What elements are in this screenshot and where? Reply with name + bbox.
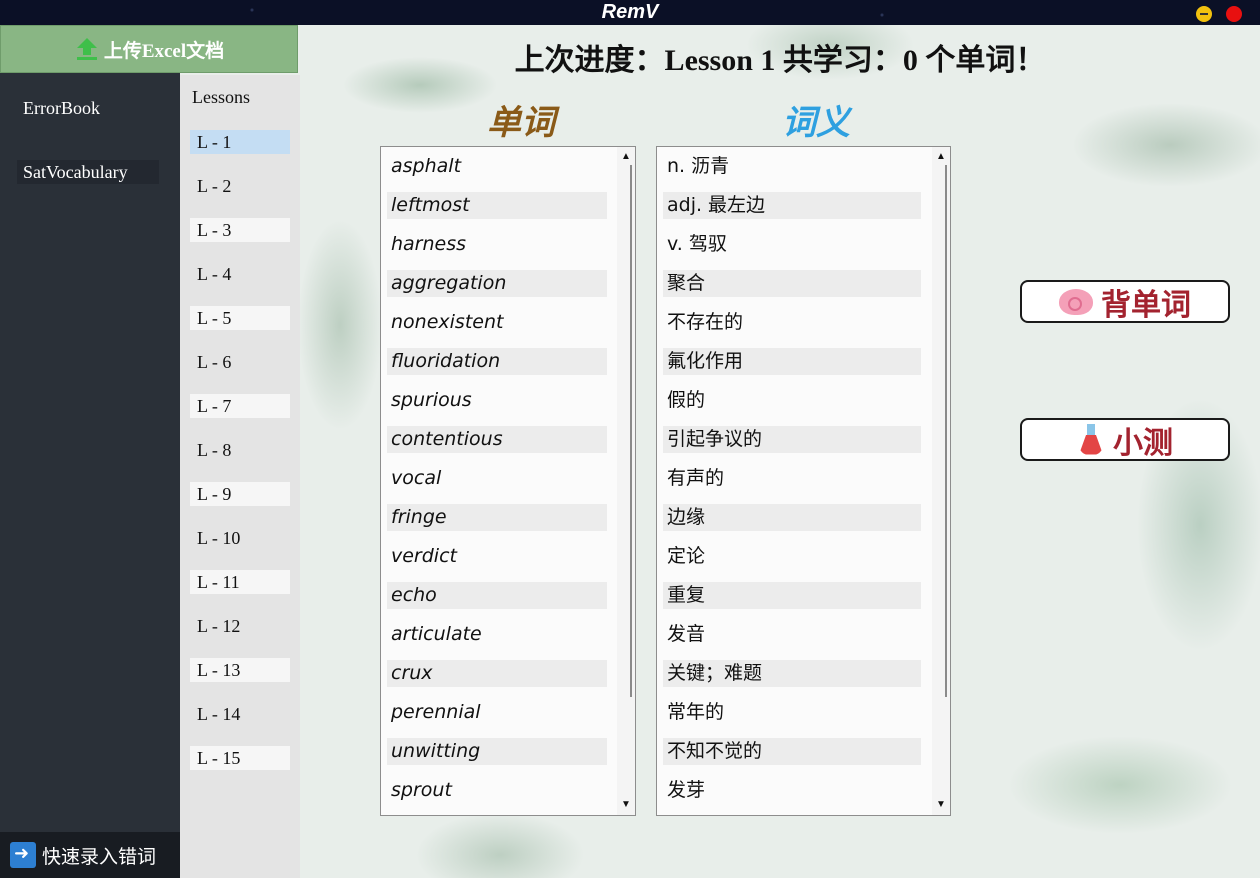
progress-title: 上次进度：Lesson 1 共学习：0 个单词！ xyxy=(514,44,1046,77)
list-item[interactable]: vocal xyxy=(387,465,607,492)
list-item[interactable]: 定论 xyxy=(663,543,921,570)
lesson-item[interactable]: L - 6 xyxy=(190,350,290,374)
list-item[interactable]: 有声的 xyxy=(663,465,921,492)
lesson-item[interactable]: L - 2 xyxy=(190,174,290,198)
list-item[interactable]: asphalt xyxy=(387,153,607,180)
upload-label: 上传Excel文档 xyxy=(103,40,225,62)
list-item[interactable]: adj. 最左边 xyxy=(663,192,921,219)
import-icon xyxy=(10,842,36,868)
list-item[interactable]: 不知不觉的 xyxy=(663,738,921,765)
flask-icon xyxy=(1077,423,1105,456)
list-item[interactable]: 不存在的 xyxy=(663,309,921,336)
lesson-item[interactable]: L - 5 xyxy=(190,306,290,330)
lesson-item[interactable]: L - 10 xyxy=(190,526,290,550)
meaning-list-scrollbar[interactable]: ▲ ▼ xyxy=(932,147,950,815)
list-item[interactable]: 聚合 xyxy=(663,270,921,297)
upload-arrow-icon xyxy=(76,38,97,60)
list-item[interactable]: n. 沥青 xyxy=(663,153,921,180)
lessons-list: Lessons L - 1 L - 2 L - 3 L - 4 L - 5 L - 6 L … xyxy=(180,75,300,878)
list-item[interactable]: 发音 xyxy=(663,621,921,648)
close-button[interactable] xyxy=(1226,6,1242,22)
sidebar-item-errorbook[interactable]: ErrorBook xyxy=(17,96,159,120)
list-item[interactable]: 引起争议的 xyxy=(663,426,921,453)
list-item[interactable]: spurious xyxy=(387,387,607,414)
quick-entry-label: 快速录入错词 xyxy=(42,846,157,868)
list-item[interactable]: leftmost xyxy=(387,192,607,219)
quick-entry-button[interactable]: 快速录入错词 xyxy=(0,832,180,878)
list-item[interactable]: sprout xyxy=(387,777,607,804)
list-item[interactable]: 发芽 xyxy=(663,777,921,804)
list-item[interactable]: crux xyxy=(387,660,607,687)
upload-excel-button[interactable]: 上传Excel文档 xyxy=(0,25,298,73)
lesson-item[interactable]: L - 8 xyxy=(190,438,290,462)
list-item[interactable]: verdict xyxy=(387,543,607,570)
scroll-thumb[interactable] xyxy=(935,165,947,697)
lesson-item[interactable]: L - 1 xyxy=(190,130,290,154)
list-item[interactable]: unwitting xyxy=(387,738,607,765)
lesson-item[interactable]: L - 4 xyxy=(190,262,290,286)
word-list-scrollbar[interactable]: ▲ ▼ xyxy=(617,147,635,815)
lesson-item[interactable]: L - 7 xyxy=(190,394,290,418)
list-item[interactable]: 氟化作用 xyxy=(663,348,921,375)
brain-icon xyxy=(1059,288,1093,315)
list-item[interactable]: contentious xyxy=(387,426,607,453)
recite-label: 背单词 xyxy=(1101,288,1191,322)
list-item[interactable]: v. 驾驭 xyxy=(663,231,921,258)
word-list[interactable]: asphalt leftmost harness aggregation nonexis… xyxy=(380,146,636,816)
list-item[interactable]: fluoridation xyxy=(387,348,607,375)
list-item[interactable]: perennial xyxy=(387,699,607,726)
word-column-header: 单词 xyxy=(487,105,555,142)
scroll-up-icon[interactable]: ▲ xyxy=(932,149,950,165)
list-item[interactable]: nonexistent xyxy=(387,309,607,336)
left-sidebar xyxy=(0,25,180,878)
lesson-item[interactable]: L - 13 xyxy=(190,658,290,682)
main-panel: 上次进度：Lesson 1 共学习：0 个单词！ 单词 词义 asphalt le… xyxy=(300,25,1260,878)
app-title: RemV xyxy=(601,1,659,23)
list-item[interactable]: fringe xyxy=(387,504,607,531)
lesson-item[interactable]: L - 15 xyxy=(190,746,290,770)
meaning-list[interactable]: n. 沥青 adj. 最左边 v. 驾驭聚合不存在的氟化作用假的引起争议的有声的边缘… xyxy=(656,146,951,816)
lesson-item[interactable]: L - 3 xyxy=(190,218,290,242)
lesson-item[interactable]: L - 11 xyxy=(190,570,290,594)
quiz-label: 小测 xyxy=(1113,426,1173,460)
list-item[interactable]: 常年的 xyxy=(663,699,921,726)
list-item[interactable]: 重复 xyxy=(663,582,921,609)
list-item[interactable]: aggregation xyxy=(387,270,607,297)
list-item[interactable]: 假的 xyxy=(663,387,921,414)
list-item[interactable]: 关键；难题 xyxy=(663,660,921,687)
recite-words-button[interactable]: 背单词 xyxy=(1020,280,1230,323)
title-bar: RemV xyxy=(0,0,1260,25)
meaning-column-header: 词义 xyxy=(782,105,850,142)
scroll-down-icon[interactable]: ▼ xyxy=(617,797,635,813)
lesson-item[interactable]: L - 14 xyxy=(190,702,290,726)
minimize-button[interactable] xyxy=(1196,6,1212,22)
scroll-down-icon[interactable]: ▼ xyxy=(932,797,950,813)
list-item[interactable]: harness xyxy=(387,231,607,258)
sidebar-item-satvocabulary[interactable]: SatVocabulary xyxy=(17,160,159,184)
list-item[interactable]: echo xyxy=(387,582,607,609)
quiz-button[interactable]: 小测 xyxy=(1020,418,1230,461)
lessons-header: Lessons xyxy=(192,87,250,107)
scroll-up-icon[interactable]: ▲ xyxy=(617,149,635,165)
list-item[interactable]: articulate xyxy=(387,621,607,648)
scroll-thumb[interactable] xyxy=(620,165,632,697)
list-item[interactable]: 边缘 xyxy=(663,504,921,531)
lesson-item[interactable]: L - 9 xyxy=(190,482,290,506)
lesson-item[interactable]: L - 12 xyxy=(190,614,290,638)
